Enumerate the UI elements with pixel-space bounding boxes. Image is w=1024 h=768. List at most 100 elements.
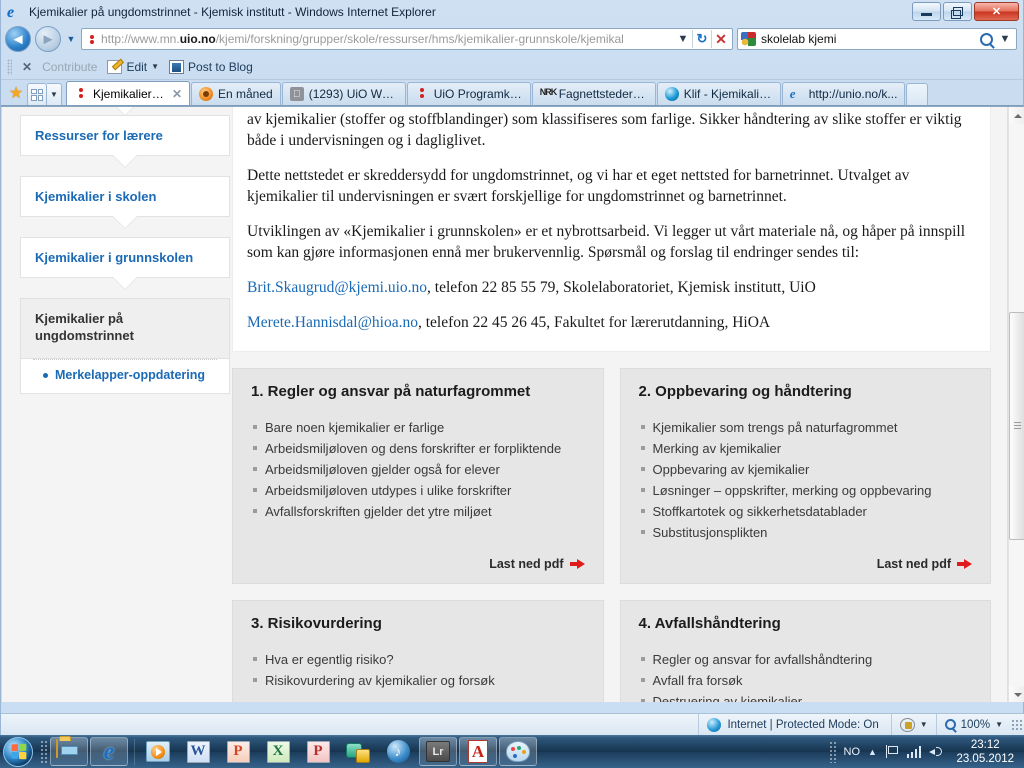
browser-tab-3[interactable]: UiO Programkiosk	[406, 82, 531, 105]
list-item[interactable]: Kjemikalier som trengs på naturfagrommet	[639, 417, 973, 438]
taskbar-microsoft-publisher[interactable]: P	[299, 737, 337, 766]
taskbar-lightroom[interactable]: Lr	[419, 737, 457, 766]
taskbar-paint[interactable]	[499, 737, 537, 766]
scroll-down-button[interactable]	[1009, 686, 1024, 702]
web-page: Ressurser for lærere Kjemikalier i skole…	[1, 107, 1008, 702]
taskbar-database-security[interactable]	[339, 737, 377, 766]
card-title: 2. Oppbevaring og håndtering	[638, 383, 852, 400]
stop-icon[interactable]: ✕	[712, 29, 730, 49]
list-item[interactable]: Substitusjonsplikten	[639, 522, 973, 543]
taskbar-microsoft-powerpoint[interactable]: P	[219, 737, 257, 766]
post-to-blog-button[interactable]: Post to Blog	[169, 59, 253, 74]
refresh-icon[interactable]: ↻	[693, 29, 711, 49]
tray-grip[interactable]	[828, 740, 836, 763]
vertical-scrollbar[interactable]	[1008, 107, 1024, 702]
star-icon: ★	[8, 85, 24, 102]
card-title: 1. Regler og ansvar på naturfagrommet	[251, 383, 531, 400]
taskbar-itunes[interactable]: ♪	[379, 737, 417, 766]
search-input-value[interactable]: skolelab kjemi	[761, 32, 980, 46]
edit-pencil-icon	[107, 59, 123, 74]
browser-tab-1[interactable]: En måned	[191, 82, 281, 105]
list-item[interactable]: Destruering av kjemikalier	[639, 691, 973, 702]
list-item[interactable]: Stoffkartotek og sikkerhetsdatablader	[639, 501, 973, 522]
volume-icon[interactable]	[929, 745, 944, 758]
language-indicator[interactable]: NO	[844, 746, 861, 758]
browser-tab-5[interactable]: Klif - Kjemikalier f...	[656, 82, 781, 105]
edit-button[interactable]: Edit ▼	[107, 59, 159, 74]
sidebar-item-ressurser-for-laerere[interactable]: Ressurser for lærere	[20, 115, 230, 167]
chevron-down-icon[interactable]: ▼	[995, 720, 1003, 729]
contribute-close-button[interactable]: ✕	[22, 60, 32, 74]
show-hidden-icons-button[interactable]: ▲	[868, 747, 877, 757]
download-pdf-link[interactable]: Last ned pdf	[489, 557, 585, 571]
taskbar-adobe-reader[interactable]: A	[459, 737, 497, 766]
sidebar-item-label: Kjemikalier på ungdomstrinnet	[35, 311, 134, 343]
sidebar-subitem-merkelapper-oppdatering[interactable]: Merkelapper-oppdatering	[35, 368, 215, 382]
browser-tab-2[interactable]:  (1293) UiO Webm...	[281, 82, 406, 105]
list-item[interactable]: Risikovurdering av kjemikalier og forsøk	[251, 670, 585, 691]
sidebar-item-kjemikalier-pa-ungdomstrinnet[interactable]: Kjemikalier på ungdomstrinnet	[20, 298, 230, 359]
tab-list-button[interactable]: ▼	[47, 83, 62, 105]
taskbar-microsoft-excel[interactable]: X	[259, 737, 297, 766]
forward-button[interactable]: ►	[35, 26, 61, 52]
download-pdf-link[interactable]: Last ned pdf	[877, 557, 972, 571]
list-item[interactable]: Merking av kjemikalier	[639, 438, 973, 459]
list-item[interactable]: Arbeidsmiljøloven og dens forskrifter er…	[251, 438, 585, 459]
favorites-button[interactable]: ★	[5, 81, 27, 105]
back-button[interactable]: ◄	[5, 26, 31, 52]
list-item[interactable]: Løsninger – oppskrifter, merking og oppb…	[639, 480, 973, 501]
google-icon-svg	[741, 32, 756, 46]
new-tab-button[interactable]	[906, 83, 929, 105]
search-dropdown-icon[interactable]: ▼	[996, 29, 1014, 49]
address-bar[interactable]: http://www.mn.uio.no/kjemi/forskning/gru…	[81, 28, 733, 50]
toolbar-grip[interactable]	[7, 58, 12, 75]
list-item[interactable]: Hva er egentlig risiko?	[251, 649, 585, 670]
taskbar-grip[interactable]	[40, 739, 47, 764]
protected-mode-control[interactable]: ▼	[890, 713, 936, 736]
maximize-button[interactable]	[943, 2, 972, 21]
sidebar-item-kjemikalier-i-grunnskolen[interactable]: Kjemikalier i grunnskolen	[20, 237, 230, 289]
list-item[interactable]: Regler og ansvar for avfallshåndtering	[639, 649, 973, 670]
network-signal-icon[interactable]	[906, 745, 922, 758]
tab-close-icon[interactable]: ✕	[172, 87, 182, 101]
contribute-button[interactable]: Contribute	[42, 60, 97, 74]
clock[interactable]: 23:12 23.05.2012	[952, 738, 1018, 766]
tab-bar: ★ ▼ Kjemikalier på ... ✕ En måned  (129…	[1, 80, 1023, 106]
taskbar-internet-explorer[interactable]: e	[90, 737, 128, 766]
zoom-icon	[944, 719, 956, 730]
email-link-merete[interactable]: Merete.Hannisdal@hioa.no	[247, 314, 418, 331]
quick-tabs-button[interactable]	[27, 83, 47, 105]
resize-grip-icon[interactable]	[1011, 718, 1023, 731]
search-icon[interactable]	[980, 32, 993, 46]
list-item[interactable]: Avfallsforskriften gjelder det ytre milj…	[251, 501, 585, 522]
security-zone-indicator[interactable]: Internet | Protected Mode: On	[698, 713, 890, 736]
browser-tab-4[interactable]: NRK Fagnettsteder for ...	[531, 82, 656, 105]
chevron-down-icon[interactable]: ▼	[151, 62, 159, 71]
sidebar-item-kjemikalier-i-skolen[interactable]: Kjemikalier i skolen	[20, 176, 230, 228]
scroll-up-button[interactable]	[1009, 107, 1024, 124]
list-item[interactable]: Arbeidsmiljøloven utdypes i ulike forskr…	[251, 480, 585, 501]
windows-logo-icon	[10, 743, 26, 760]
bullet-icon	[43, 372, 48, 378]
close-button[interactable]: ✕	[974, 2, 1019, 21]
taskbar-microsoft-word[interactable]: W	[179, 737, 217, 766]
paragraph: Dette nettstedet er skreddersydd for ung…	[247, 167, 910, 205]
scrollbar-thumb[interactable]	[1009, 312, 1024, 540]
list-item[interactable]: Oppbevaring av kjemikalier	[639, 459, 973, 480]
start-button[interactable]	[3, 736, 33, 767]
list-item[interactable]: Bare noen kjemikalier er farlige	[251, 417, 585, 438]
recent-pages-dropdown[interactable]: ▼	[65, 34, 77, 44]
browser-tab-6[interactable]: e http://unio.no/k...	[781, 82, 906, 105]
zoom-control[interactable]: 100% ▼	[935, 713, 1011, 736]
address-dropdown-icon[interactable]: ▼	[674, 29, 692, 49]
taskbar-windows-explorer[interactable]	[50, 737, 88, 766]
search-box[interactable]: skolelab kjemi ▼	[737, 28, 1017, 50]
minimize-button[interactable]	[912, 2, 941, 21]
chevron-down-icon[interactable]: ▼	[920, 720, 928, 729]
browser-tab-0[interactable]: Kjemikalier på ... ✕	[66, 81, 190, 105]
action-center-flag-icon[interactable]	[885, 745, 899, 758]
list-item[interactable]: Avfall fra forsøk	[639, 670, 973, 691]
list-item[interactable]: Arbeidsmiljøloven gjelder også for eleve…	[251, 459, 585, 480]
email-link-brit[interactable]: Brit.Skaugrud@kjemi.uio.no	[247, 279, 427, 296]
taskbar-windows-media-player[interactable]	[139, 737, 177, 766]
